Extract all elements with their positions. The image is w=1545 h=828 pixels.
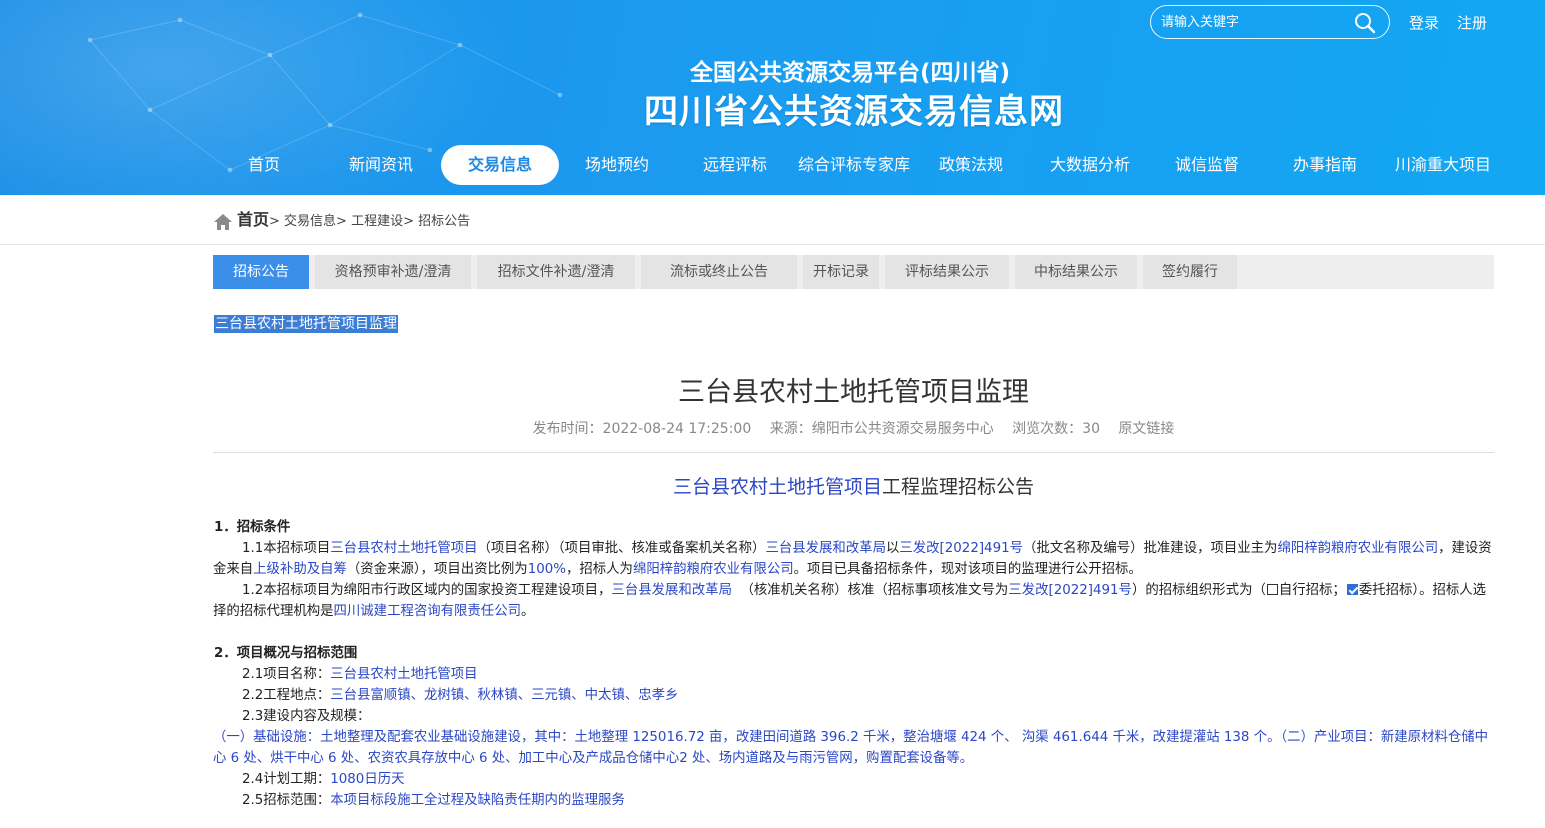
user-links: 登录 注册: [1409, 12, 1505, 33]
label: 2.2工程地点：: [242, 688, 331, 703]
label: 2.5招标范围：: [242, 793, 331, 808]
paragraph-2-1: 2.1项目名称：三台县农村土地托管项目: [213, 664, 1498, 685]
funding-ratio: 100%: [527, 562, 566, 577]
original-link[interactable]: 原文链接: [1118, 421, 1174, 437]
paragraph-2-4: 2.4计划工期：1080日历天: [213, 769, 1498, 790]
breadcrumb: 首页> 交易信息> 工程建设> 招标公告: [213, 209, 470, 231]
paragraph-2-5: 2.5招标范围：本项目标段施工全过程及缺陷责任期内的监理服务: [213, 790, 1498, 811]
breadcrumb-engineering[interactable]: > 工程建设: [336, 214, 403, 229]
register-link[interactable]: 注册: [1457, 14, 1487, 32]
nav-item-guide[interactable]: 办事指南: [1286, 145, 1364, 185]
search-input[interactable]: [1161, 12, 1351, 32]
site-header: 登录注册 全国公共资源交易平台(四川省) 四川省公共资源交易信息网 首页 新闻资…: [0, 0, 1545, 195]
nav-item-venue-booking[interactable]: 场地预约: [578, 145, 656, 185]
login-link[interactable]: 登录: [1409, 14, 1439, 32]
section-heading: 1．招标条件: [214, 520, 291, 535]
nav-item-trade-info[interactable]: 交易信息: [441, 145, 559, 185]
breadcrumb-tender-notice[interactable]: > 招标公告: [403, 214, 470, 229]
text: （核准机关名称）核准（招标事项核准文号为: [740, 583, 1009, 598]
nav-item-home[interactable]: 首页: [225, 145, 303, 185]
project-name: 三台县农村土地托管项目: [330, 667, 478, 682]
tab-prequal-addendum[interactable]: 资格预审补遗/澄清: [315, 255, 471, 289]
document-body: 1．招标条件 1.1本招标项目三台县农村土地托管项目（项目名称）（项目审批、核准…: [213, 517, 1498, 811]
funding-source: 上级补助及自筹: [253, 562, 347, 577]
approval-authority: 三台县发展和改革局: [765, 541, 886, 556]
paragraph-1-1: 1.1本招标项目三台县农村土地托管项目（项目名称）（项目审批、核准或备案机关名称…: [213, 538, 1498, 580]
text: 。项目已具备招标条件，现对该项目的监理进行公开招标。: [793, 562, 1142, 577]
tab-contract-performance[interactable]: 签约履行: [1143, 255, 1237, 289]
document-title: 三台县农村土地托管项目工程监理招标公告: [213, 472, 1494, 499]
tab-tender-doc-addendum[interactable]: 招标文件补遗/澄清: [477, 255, 635, 289]
nav-item-credit[interactable]: 诚信监督: [1168, 145, 1246, 185]
doc-title-suffix: 工程监理招标公告: [882, 476, 1035, 498]
nav-item-remote-evaluation[interactable]: 远程评标: [696, 145, 774, 185]
text: （资金来源），项目出资比例为: [346, 562, 528, 577]
article-title: 三台县农村土地托管项目监理: [678, 377, 1029, 408]
paragraph-1-2: 1.2本招标项目为绵阳市行政区域内的国家投资工程建设项目，三台县发展和改革局 （…: [213, 580, 1498, 622]
tender-scope: 本项目标段施工全过程及缺陷责任期内的监理服务: [330, 793, 625, 808]
text: 以: [885, 541, 900, 556]
project-location: 三台县富顺镇、龙树镇、秋林镇、三元镇、中太镇、忠孝乡: [330, 688, 679, 703]
self-tender-checkbox[interactable]: [1266, 584, 1278, 595]
entrusted-tender-checkbox[interactable]: [1346, 584, 1358, 595]
breadcrumb-home[interactable]: 首页: [237, 210, 269, 229]
publish-time: 发布时间：2022-08-24 17:25:00: [532, 421, 752, 437]
tab-failed-termination[interactable]: 流标或终止公告: [641, 255, 797, 289]
tab-bid-opening[interactable]: 开标记录: [803, 255, 879, 289]
breadcrumb-trade-info[interactable]: > 交易信息: [269, 214, 336, 229]
search-icon[interactable]: [1353, 11, 1377, 35]
approval-number: 三发改[2022]491号: [1008, 583, 1132, 598]
text: 1.1本招标项目: [242, 541, 331, 556]
source: 来源：绵阳市公共资源交易服务中心: [769, 421, 994, 437]
nav-item-policy[interactable]: 政策法规: [932, 145, 1010, 185]
divider: [213, 452, 1494, 453]
selected-title-text: 三台县农村土地托管项目监理: [214, 315, 398, 333]
notice-tabs: 招标公告 资格预审补遗/澄清 招标文件补遗/澄清 流标或终止公告 开标记录 评标…: [213, 255, 1494, 289]
approval-number: 三发改[2022]491号: [899, 541, 1024, 556]
nav-item-major-projects[interactable]: 川渝重大项目: [1392, 145, 1494, 185]
platform-subtitle: 全国公共资源交易平台(四川省): [689, 60, 1011, 86]
text: 自行招标；: [1278, 583, 1346, 598]
article-meta: 发布时间：2022-08-24 17:25:00 来源：绵阳市公共资源交易服务中…: [213, 418, 1494, 438]
label: 2.4计划工期：: [242, 772, 331, 787]
text: ，招标人为: [565, 562, 633, 577]
text: ）的招标组织形式为（: [1131, 583, 1266, 598]
project-owner: 绵阳梓韵粮府农业有限公司: [1277, 541, 1439, 556]
nav-item-news[interactable]: 新闻资讯: [342, 145, 420, 185]
label: 2.1项目名称：: [242, 667, 331, 682]
paragraph-2-2: 2.2工程地点：三台县富顺镇、龙树镇、秋林镇、三元镇、中太镇、忠孝乡: [213, 685, 1498, 706]
paragraph-2-3: 2.3建设内容及规模：: [213, 706, 1498, 727]
divider: [0, 244, 1545, 245]
planned-duration: 1080日历天: [330, 772, 405, 787]
label: 2.3建设内容及规模：: [242, 709, 371, 724]
tenderer: 绵阳梓韵粮府农业有限公司: [632, 562, 794, 577]
search-box: [1150, 5, 1390, 39]
view-count: 浏览次数：30: [1012, 421, 1100, 437]
text: （项目名称）（项目审批、核准或备案机关名称）: [477, 541, 766, 556]
site-title: 四川省公共资源交易信息网: [644, 92, 1064, 132]
text: 。: [520, 604, 535, 619]
tab-evaluation-result[interactable]: 评标结果公示: [885, 255, 1009, 289]
section-heading: 2．项目概况与招标范围: [214, 646, 358, 661]
text: 1.2本招标项目为绵阳市行政区域内的国家投资工程建设项目，: [242, 583, 612, 598]
nav-item-expert-pool[interactable]: 综合评标专家库: [794, 145, 914, 185]
construction-scale: （一）基础设施：土地整理及配套农业基础设施建设，其中：土地整理 125016.7…: [213, 730, 1489, 766]
tab-tender-notice[interactable]: 招标公告: [213, 255, 309, 289]
approval-authority: 三台县发展和改革局: [611, 583, 732, 598]
tender-agency: 四川诚建工程咨询有限责任公司: [333, 604, 521, 619]
nav-item-big-data[interactable]: 大数据分析: [1040, 145, 1140, 185]
home-icon: [214, 213, 232, 230]
project-name: 三台县农村土地托管项目: [330, 541, 478, 556]
doc-title-project: 三台县农村土地托管项目: [672, 476, 882, 498]
text: （批文名称及编号）批准建设，项目业主为: [1023, 541, 1278, 556]
tab-award-result[interactable]: 中标结果公示: [1015, 255, 1137, 289]
